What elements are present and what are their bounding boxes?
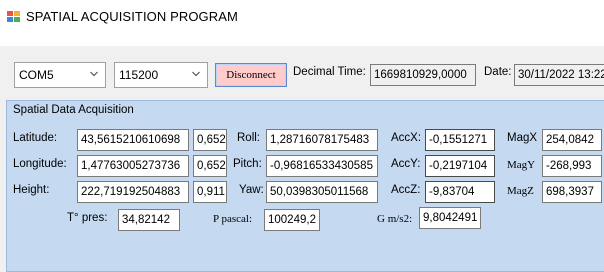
accx-field[interactable]: -0,1551271 (425, 129, 495, 151)
magx-field[interactable]: 254,0842 (542, 129, 602, 151)
date-field[interactable]: 30/11/2022 13:22:0 (514, 64, 604, 86)
magz-field[interactable]: 698,3937 (542, 181, 602, 203)
tpres-label: T° pres: (67, 212, 108, 224)
g-field[interactable]: 9,8042491 (419, 207, 481, 229)
g-label: G m/s2: (377, 213, 413, 225)
magx-label: MagX (507, 132, 538, 144)
ppascal-field[interactable]: 100249,2 (264, 209, 320, 231)
height-extra-field[interactable]: 0,911 (193, 181, 227, 203)
latitude-field[interactable]: 43,5615210610698 (77, 129, 189, 151)
latitude-extra-field[interactable]: 0,652 (193, 129, 227, 151)
baud-rate-select[interactable]: 115200 (114, 62, 208, 88)
app-icon (7, 11, 20, 22)
main-form: COM5 115200 Disconnect Decimal Time: 166… (0, 46, 604, 272)
com-port-select[interactable]: COM5 (14, 62, 106, 88)
decimal-time-field[interactable]: 1669810929,0000 (370, 64, 476, 86)
date-label: Date: (484, 66, 512, 78)
longitude-field[interactable]: 1,47763005273736 (77, 155, 189, 177)
longitude-label: Longitude: (13, 158, 67, 170)
magz-label: MagZ (507, 185, 534, 197)
com-port-value: COM5 (19, 68, 54, 82)
window-title: SPATIAL ACQUISITION PROGRAM (26, 9, 238, 24)
height-field[interactable]: 222,719192504883 (77, 181, 189, 203)
tpres-field[interactable]: 34,82142 (118, 209, 180, 231)
accz-field[interactable]: -9,83704 (425, 181, 495, 203)
latitude-label: Latitude: (13, 132, 58, 144)
decimal-time-label: Decimal Time: (293, 66, 366, 78)
group-title: Spatial Data Acquisition (13, 104, 134, 116)
roll-label: Roll: (237, 132, 261, 144)
pitch-field[interactable]: -0,96816533430585 (266, 155, 378, 177)
accx-label: AccX: (391, 132, 422, 144)
ppascal-label: P pascal: (213, 213, 252, 225)
longitude-extra-field[interactable]: 0,652 (193, 155, 227, 177)
pitch-label: Pitch: (233, 158, 262, 170)
roll-field[interactable]: 1,28716078175483 (266, 129, 378, 151)
yaw-field[interactable]: 50,0398305011568 (266, 181, 378, 203)
chevron-down-icon (192, 71, 200, 77)
height-label: Height: (13, 184, 50, 196)
baud-rate-value: 115200 (119, 68, 159, 82)
disconnect-button[interactable]: Disconnect (215, 63, 287, 87)
accz-label: AccZ: (391, 184, 421, 196)
accy-label: AccY: (391, 158, 421, 170)
yaw-label: Yaw: (239, 184, 264, 196)
spatial-data-group: Spatial Data Acquisition Latitude: 43,56… (6, 100, 604, 272)
magy-field[interactable]: -268,993 (542, 155, 602, 177)
title-bar: SPATIAL ACQUISITION PROGRAM (0, 0, 604, 34)
magy-label: MagY (507, 159, 536, 171)
chevron-down-icon (90, 71, 98, 77)
accy-field[interactable]: -0,2197104 (425, 155, 495, 177)
